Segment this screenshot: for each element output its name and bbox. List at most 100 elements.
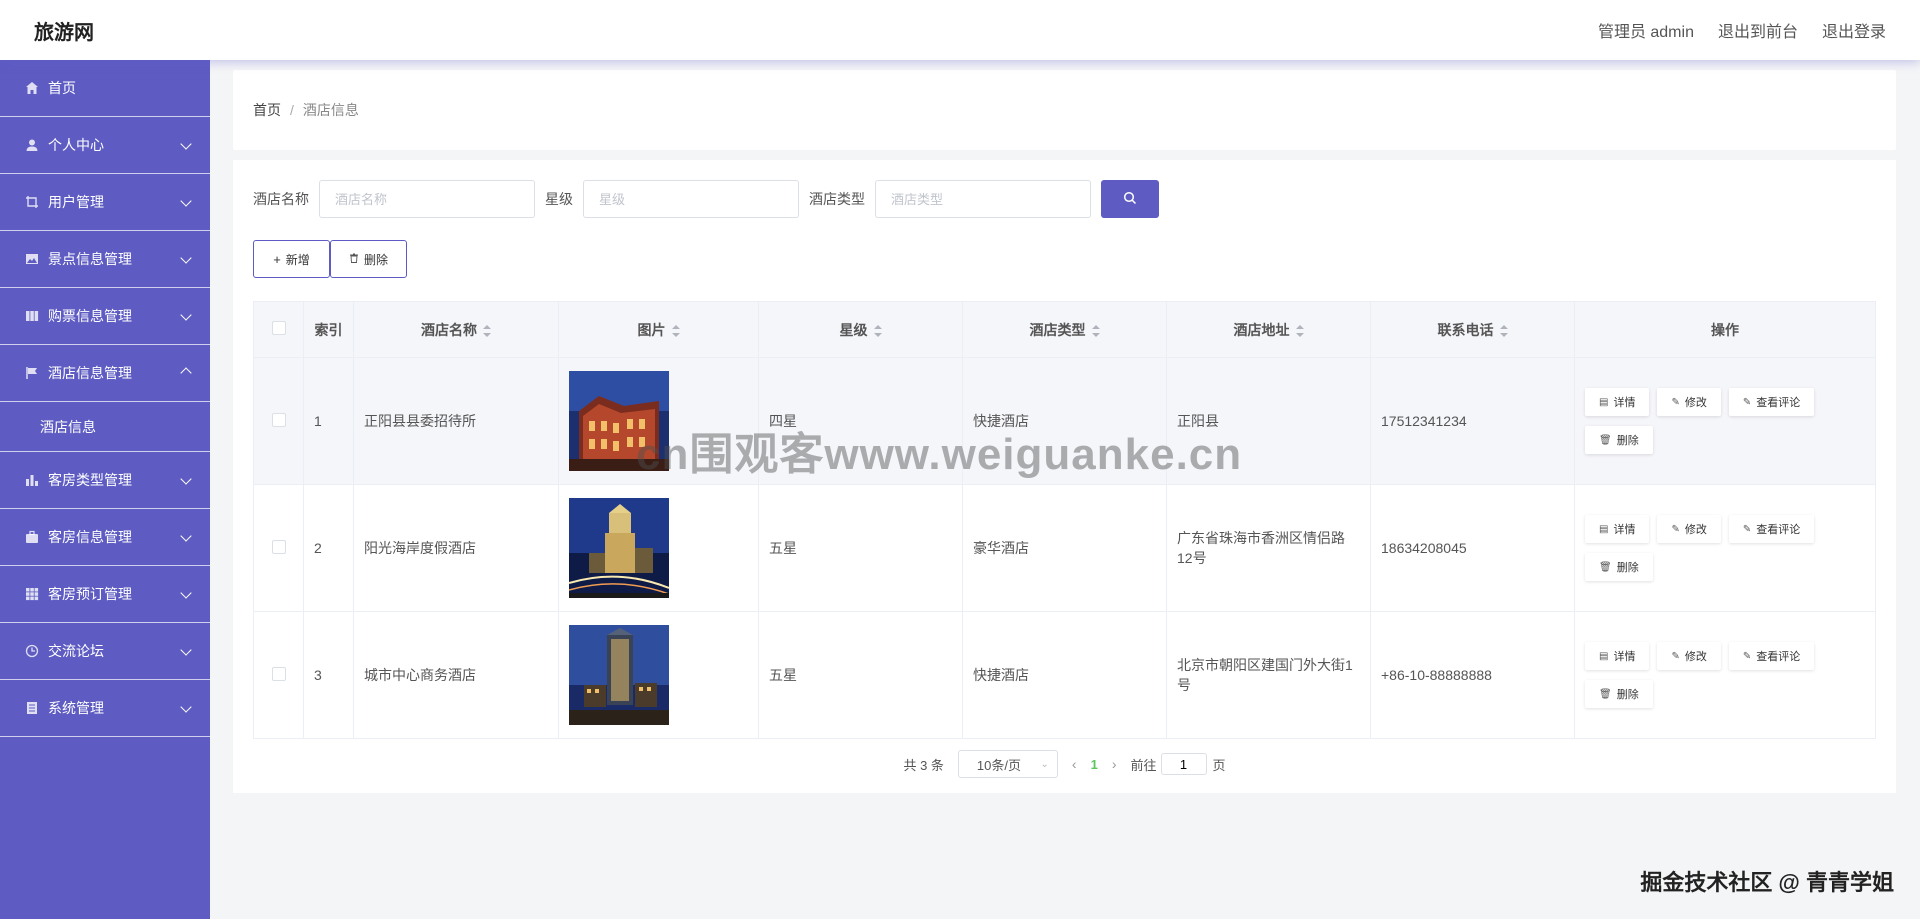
detail-label: 详情 (1613, 397, 1636, 409)
phone-cell: +86-10-88888888 (1370, 611, 1575, 739)
sidebar-item-bookings[interactable]: 客房预订管理 (0, 566, 210, 623)
edit-label: 修改 (1684, 524, 1707, 536)
delete-label: 删除 (1616, 689, 1639, 701)
delete-button[interactable]: 删除 (330, 240, 407, 278)
column-header-star[interactable]: 星级 (758, 301, 963, 358)
view-comments-button[interactable]: ✎ 查看评论 (1728, 515, 1815, 543)
sidebar-item-forum[interactable]: 交流论坛 (0, 623, 210, 680)
column-header-address[interactable]: 酒店地址 (1166, 301, 1371, 358)
hotel-table: 索引 酒店名称 图片 星级 酒店类型 酒店地址 联系电话 操作 1 正阳县县委招… (253, 301, 1876, 739)
sort-icon[interactable] (1295, 324, 1304, 337)
chevron-down-icon (180, 644, 192, 657)
column-header-label: 酒店类型 (1029, 321, 1086, 338)
next-page-icon[interactable]: › (1112, 756, 1117, 772)
sidebar-item-users[interactable]: 用户管理 (0, 174, 210, 231)
logout-link[interactable]: 退出登录 (1822, 18, 1886, 42)
sidebar-item-label: 客房预订管理 (48, 586, 132, 602)
suitcase-icon (24, 529, 40, 545)
site-brand[interactable]: 旅游网 (34, 16, 94, 45)
edit-button[interactable]: ✎ 修改 (1657, 388, 1721, 416)
sidebar-item-tickets[interactable]: 购票信息管理 (0, 288, 210, 345)
sort-icon[interactable] (1499, 324, 1508, 337)
row-delete-button[interactable]: 🗑 删除 (1585, 553, 1653, 581)
column-header-index: 索引 (303, 301, 354, 358)
row-checkbox[interactable] (271, 412, 286, 427)
sidebar-item-label: 客房类型管理 (48, 472, 132, 488)
breadcrumb-current: 酒店信息 (302, 102, 359, 118)
detail-button[interactable]: ▤ 详情 (1585, 515, 1650, 543)
detail-label: 详情 (1613, 651, 1636, 663)
sidebar-item-home[interactable]: 首页 (0, 60, 210, 117)
crop-icon (24, 194, 40, 210)
hotel-type-input[interactable] (875, 180, 1091, 218)
image-cell (558, 484, 759, 612)
home-icon (24, 80, 40, 96)
sort-icon[interactable] (873, 324, 882, 337)
table-header-row: 索引 酒店名称 图片 星级 酒店类型 酒店地址 联系电话 操作 (253, 301, 1876, 358)
breadcrumb-home[interactable]: 首页 (253, 100, 281, 120)
trash-icon: 🗑 (1599, 434, 1612, 446)
action-buttons: + 新增 删除 (253, 240, 407, 278)
hotel-image[interactable] (569, 498, 669, 598)
row-delete-button[interactable]: 🗑 删除 (1585, 426, 1653, 454)
type-cell: 快捷酒店 (962, 611, 1167, 739)
detail-button[interactable]: ▤ 详情 (1585, 388, 1650, 416)
row-select-cell (253, 357, 304, 485)
chevron-down-icon (180, 252, 192, 265)
column-header-phone[interactable]: 联系电话 (1370, 301, 1575, 358)
sort-icon[interactable] (1091, 324, 1100, 337)
row-checkbox[interactable] (271, 539, 286, 554)
star-cell: 五星 (758, 611, 963, 739)
row-checkbox[interactable] (271, 666, 286, 681)
sort-icon[interactable] (483, 324, 491, 337)
edit-icon: ✎ (1742, 396, 1752, 408)
index-cell: 2 (303, 484, 354, 612)
detail-label: 详情 (1613, 524, 1636, 536)
column-header-type[interactable]: 酒店类型 (962, 301, 1167, 358)
add-button[interactable]: + 新增 (253, 240, 330, 278)
star-input[interactable] (583, 180, 799, 218)
page-suffix: 页 (1212, 757, 1226, 773)
doc-icon: ▤ (1599, 650, 1609, 662)
select-all-checkbox[interactable] (271, 321, 286, 335)
page-size-select[interactable]: 10条/页 ⌄ (957, 750, 1058, 778)
exit-to-front-link[interactable]: 退出到前台 (1718, 18, 1798, 42)
chevron-down-icon (180, 530, 192, 543)
page-number[interactable]: 1 (1091, 757, 1098, 772)
document-icon (24, 700, 40, 716)
sidebar-item-rooms[interactable]: 客房信息管理 (0, 509, 210, 566)
sidebar-item-room-types[interactable]: 客房类型管理 (0, 452, 210, 509)
search-button[interactable] (1101, 180, 1159, 218)
edit-button[interactable]: ✎ 修改 (1657, 515, 1721, 543)
goto-page-input[interactable] (1160, 753, 1207, 775)
files-icon (24, 308, 40, 324)
sidebar-item-personal[interactable]: 个人中心 (0, 117, 210, 174)
admin-user-label[interactable]: 管理员 admin (1598, 18, 1694, 42)
sidebar-subitem-hotel-info[interactable]: 酒店信息 (0, 402, 210, 452)
hotel-image[interactable] (569, 625, 669, 725)
column-header-image[interactable]: 图片 (558, 301, 759, 358)
detail-button[interactable]: ▤ 详情 (1585, 642, 1650, 670)
sidebar-item-label: 个人中心 (48, 137, 104, 153)
prev-page-icon[interactable]: ‹ (1072, 756, 1077, 772)
sort-icon[interactable] (671, 324, 680, 337)
ops-cell: ▤ 详情 ✎ 修改 ✎ 查看评论 🗑 删除 (1574, 611, 1876, 739)
sidebar-item-scenic[interactable]: 景点信息管理 (0, 231, 210, 288)
edit-icon: ✎ (1742, 650, 1752, 662)
edit-button[interactable]: ✎ 修改 (1657, 642, 1721, 670)
row-delete-button[interactable]: 🗑 删除 (1585, 680, 1653, 708)
edit-icon: ✎ (1671, 523, 1680, 535)
view-comments-button[interactable]: ✎ 查看评论 (1728, 388, 1815, 416)
hotel-name-label: 酒店名称 (253, 191, 309, 207)
type-cell: 豪华酒店 (962, 484, 1167, 612)
total-count: 共 3 条 (903, 757, 944, 773)
sidebar-item-hotel-management[interactable]: 酒店信息管理 (0, 345, 210, 402)
view-comments-button[interactable]: ✎ 查看评论 (1728, 642, 1815, 670)
column-header-name[interactable]: 酒店名称 (353, 301, 559, 358)
sidebar-item-system[interactable]: 系统管理 (0, 680, 210, 737)
edit-icon: ✎ (1671, 396, 1680, 408)
column-header-label: 酒店地址 (1233, 321, 1290, 338)
address-cell: 北京市朝阳区建国门外大街1号 (1166, 611, 1371, 739)
delete-button-label: 删除 (363, 252, 388, 267)
hotel-name-input[interactable] (319, 180, 535, 218)
